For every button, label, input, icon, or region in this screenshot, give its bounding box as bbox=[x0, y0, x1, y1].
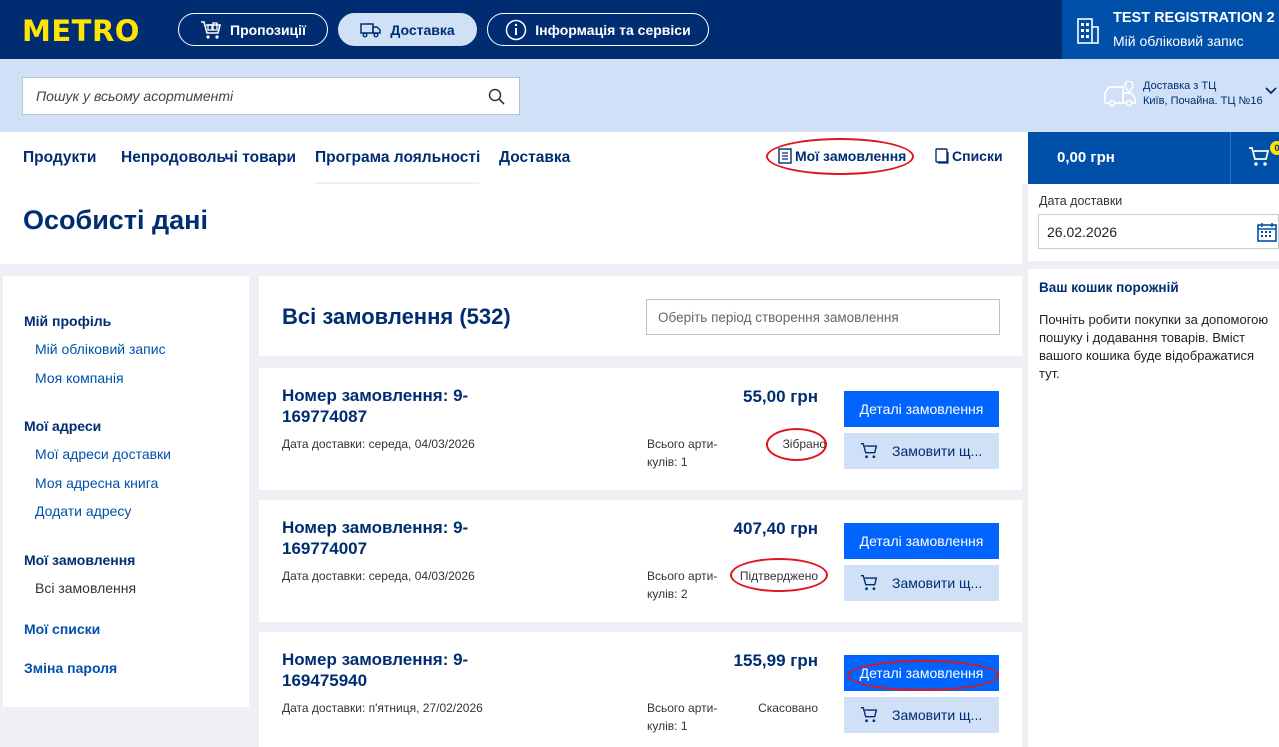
empty-cart-title: Ваш кошик порожній bbox=[1039, 280, 1179, 295]
menu-lists-link[interactable]: Мої списки bbox=[24, 621, 100, 637]
lists-link[interactable]: Списки bbox=[935, 148, 1003, 164]
period-input[interactable] bbox=[646, 299, 1000, 335]
cart-icon[interactable] bbox=[1248, 146, 1270, 168]
menu-change-password-link[interactable]: Зміна пароля bbox=[24, 660, 117, 676]
order-price: 407,40 грн bbox=[733, 519, 818, 538]
delivery-label: Доставка bbox=[390, 21, 455, 38]
delivery-line2: Київ, Почайна. ТЦ №16 bbox=[1143, 95, 1263, 107]
title-panel: Особисті дані bbox=[0, 184, 1022, 264]
building-icon bbox=[1077, 18, 1099, 44]
orders-header: Всі замовлення (532) bbox=[259, 276, 1022, 356]
delivery-location[interactable]: Доставка з ТЦ Київ, Почайна. ТЦ №16 bbox=[1103, 77, 1279, 113]
info-services-button[interactable]: Інформація та сервіси bbox=[487, 13, 709, 46]
info-icon bbox=[506, 19, 527, 40]
search-band: Доставка з ТЦ Київ, Почайна. ТЦ №16 bbox=[0, 59, 1279, 132]
order-price: 55,00 грн bbox=[743, 387, 818, 406]
chevron-down-icon[interactable] bbox=[1265, 87, 1277, 95]
nav-loyalty[interactable]: Програма лояльності bbox=[315, 149, 480, 167]
order-card: Номер замовлення: 9-169774007 Дата доста… bbox=[259, 500, 1022, 622]
reorder-button[interactable]: Замовити щ... bbox=[844, 433, 999, 469]
account-link[interactable]: Мій обліковий запис bbox=[1113, 33, 1244, 49]
reorder-label: Замовити щ... bbox=[892, 575, 983, 591]
cart-badge: 0 bbox=[1270, 141, 1279, 155]
menu-address-book-link[interactable]: Моя адресна книга bbox=[35, 475, 158, 491]
order-price: 155,99 грн bbox=[733, 651, 818, 670]
order-status: Зібрано bbox=[782, 437, 826, 451]
order-card: Номер замовлення: 9-169475940 Дата доста… bbox=[259, 632, 1022, 747]
trolley-icon bbox=[201, 20, 222, 39]
truck-icon bbox=[360, 22, 382, 37]
cart-icon bbox=[860, 706, 878, 723]
order-items-count: Всього арти-кулів: 1 bbox=[647, 437, 718, 469]
document-icon bbox=[778, 148, 792, 164]
order-details-button[interactable]: Деталі замовлення bbox=[844, 391, 999, 427]
lists-label: Списки bbox=[952, 148, 1003, 164]
my-orders-label: Мої замовлення bbox=[795, 148, 907, 164]
account-name: TEST REGISTRATION 2 bbox=[1113, 10, 1275, 26]
menu-profile-heading[interactable]: Мій профіль bbox=[24, 313, 111, 329]
order-date: Дата доставки: середа, 04/03/2026 bbox=[282, 569, 475, 583]
menu-all-orders-link[interactable]: Всі замовлення bbox=[35, 580, 136, 596]
nav-non-food[interactable]: Непродовольчі товари bbox=[121, 149, 296, 167]
nav-products[interactable]: Продукти bbox=[23, 149, 96, 167]
order-items-count: Всього арти-кулів: 2 bbox=[647, 569, 718, 601]
cart-sidebar: Дата доставки 26.02.2026 Ваш кошик порож… bbox=[1028, 184, 1279, 747]
nav-delivery[interactable]: Доставка bbox=[499, 149, 570, 167]
order-items-count: Всього арти-кулів: 1 bbox=[647, 701, 718, 733]
reorder-button[interactable]: Замовити щ... bbox=[844, 565, 999, 601]
page-title: Особисті дані bbox=[23, 205, 208, 235]
order-number: Номер замовлення: 9-169774007 bbox=[282, 518, 469, 558]
cart-icon bbox=[860, 574, 878, 591]
delivery-line1: Доставка з ТЦ bbox=[1143, 80, 1217, 92]
search-icon[interactable] bbox=[488, 88, 505, 105]
order-date: Дата доставки: п'ятниця, 27/02/2026 bbox=[282, 701, 483, 715]
profile-menu: Мій профіль Мій обліковий запис Моя комп… bbox=[3, 276, 249, 707]
top-bar: METRO Пропозиції Доставка Інформація та … bbox=[0, 0, 1279, 59]
order-number: Номер замовлення: 9-169774087 bbox=[282, 386, 469, 426]
order-card: Номер замовлення: 9-169774087 Дата доста… bbox=[259, 368, 1022, 490]
search-input[interactable] bbox=[23, 88, 473, 104]
orders-title: Всі замовлення (532) bbox=[282, 304, 511, 329]
metro-logo[interactable]: METRO bbox=[22, 14, 140, 48]
menu-account-link[interactable]: Мій обліковий запис bbox=[35, 341, 166, 357]
tablet-icon bbox=[935, 148, 949, 164]
reorder-button[interactable]: Замовити щ... bbox=[844, 697, 999, 733]
sidebar-divider bbox=[1028, 261, 1279, 269]
menu-company-link[interactable]: Моя компанія bbox=[35, 370, 124, 386]
info-services-label: Інформація та сервіси bbox=[535, 21, 691, 38]
offers-button[interactable]: Пропозиції bbox=[178, 13, 328, 46]
order-number: Номер замовлення: 9-169475940 bbox=[282, 650, 469, 690]
order-date: Дата доставки: середа, 04/03/2026 bbox=[282, 437, 475, 451]
main-nav: Продукти Непродовольчі товари Програма л… bbox=[0, 132, 1028, 184]
order-details-button[interactable]: Деталі замовлення bbox=[844, 523, 999, 559]
delivery-date-value: 26.02.2026 bbox=[1047, 224, 1118, 240]
cart-total: 0,00 грн bbox=[1057, 149, 1115, 166]
cart-separator bbox=[1230, 132, 1231, 184]
my-orders-link[interactable]: Мої замовлення bbox=[778, 148, 906, 164]
menu-delivery-addresses-link[interactable]: Мої адреси доставки bbox=[35, 446, 171, 462]
account-block[interactable]: TEST REGISTRATION 2 Мій обліковий запис bbox=[1062, 0, 1279, 59]
delivery-date-label: Дата доставки bbox=[1039, 194, 1123, 208]
cart-bar[interactable]: 0,00 грн 0 bbox=[1028, 132, 1279, 184]
calendar-icon[interactable] bbox=[1257, 222, 1277, 242]
delivery-date-field[interactable]: 26.02.2026 bbox=[1038, 214, 1279, 249]
offers-label: Пропозиції bbox=[230, 21, 306, 38]
search-box bbox=[22, 77, 520, 115]
order-status: Підтверджено bbox=[739, 569, 818, 583]
menu-addresses-heading[interactable]: Мої адреси bbox=[24, 418, 101, 434]
reorder-label: Замовити щ... bbox=[892, 443, 983, 459]
menu-add-address-link[interactable]: Додати адресу bbox=[35, 503, 131, 519]
delivery-car-icon bbox=[1104, 81, 1136, 107]
delivery-button[interactable]: Доставка bbox=[338, 13, 477, 46]
cart-icon bbox=[860, 442, 878, 459]
empty-cart-text: Почніть робити покупки за допомогою пошу… bbox=[1039, 312, 1269, 381]
reorder-label: Замовити щ... bbox=[892, 707, 983, 723]
menu-orders-heading[interactable]: Мої замовлення bbox=[24, 552, 135, 568]
order-status: Скасовано bbox=[758, 701, 818, 715]
order-details-button[interactable]: Деталі замовлення bbox=[844, 655, 999, 691]
